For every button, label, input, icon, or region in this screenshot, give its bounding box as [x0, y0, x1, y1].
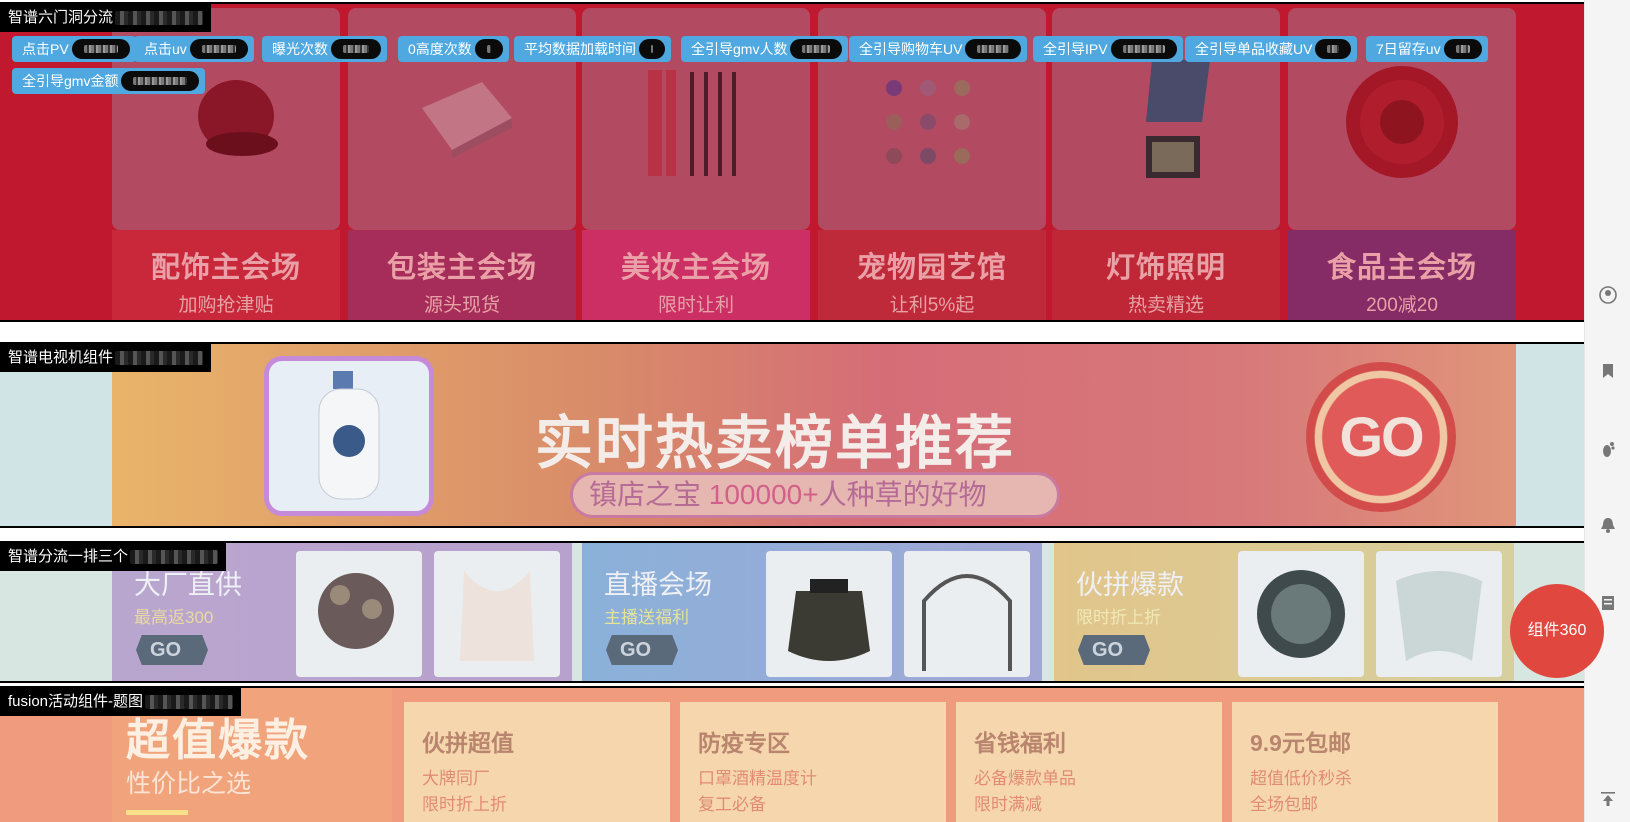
- product-thumb: [1376, 551, 1502, 677]
- panel-title: 伙拼爆款: [1076, 570, 1184, 600]
- fusion-card[interactable]: 省钱福利 必备爆款单品 限时满减: [956, 702, 1222, 822]
- metric-pill[interactable]: 7日留存uv: [1366, 36, 1488, 62]
- redacted-id: [115, 351, 204, 366]
- card-sub: 加购抢津贴: [178, 295, 274, 316]
- metric-pill[interactable]: 曝光次数: [262, 36, 387, 62]
- fusion-card[interactable]: 防疫专区 口罩酒精温度计 复工必备: [680, 702, 946, 822]
- go-button[interactable]: GO: [1306, 362, 1456, 512]
- metric-pill[interactable]: 全引导gmv人数: [681, 36, 849, 62]
- redacted-id: [130, 550, 219, 565]
- card-title: 美妆主会场: [620, 252, 771, 284]
- metric-pill[interactable]: 点击uv: [134, 36, 254, 62]
- card-title: 配饰主会场: [150, 252, 301, 284]
- metric-pill[interactable]: 全引导IPV: [1033, 36, 1183, 62]
- card-title: 宠物园艺馆: [856, 252, 1007, 284]
- row3-panel[interactable]: 直播会场 主播送福利 GO: [582, 543, 1042, 681]
- metric-pill[interactable]: 平均数据加载时间: [514, 36, 671, 62]
- fusion-subtitle: 性价比之选: [126, 770, 252, 798]
- pet-toys-image: [886, 80, 970, 164]
- redacted-id: [145, 695, 234, 710]
- tv-section: 智谱电视机组件 实时热卖榜单推荐 镇店之宝 100000+人种草的好物 GO: [0, 342, 1586, 528]
- section-label: 智谱分流一排三个: [0, 543, 227, 571]
- card-sub: 让利5%起: [889, 295, 975, 316]
- hexagon-section: 智谱六门洞分流 点击PV 点击uv 曝光次数 0高度次数 平均数据加载时间 全引…: [0, 2, 1586, 322]
- go-button[interactable]: GO: [136, 635, 208, 665]
- product-thumb: [296, 551, 422, 677]
- fusion-card[interactable]: 伙拼超值 大牌同厂 限时折上折: [404, 702, 670, 822]
- section-label: fusion活动组件-题图: [0, 688, 242, 716]
- tv-title: 实时热卖榜单推荐: [535, 411, 1016, 476]
- card-title: 灯饰照明: [1105, 252, 1226, 284]
- fusion-card[interactable]: 9.9元包邮 超值低价秒杀 全场包邮: [1232, 702, 1498, 822]
- product-thumb: [1238, 551, 1364, 677]
- card-title: 食品主会场: [1326, 252, 1477, 284]
- panel-sub: 限时折上折: [1076, 608, 1161, 627]
- divider: [126, 810, 188, 815]
- metric-pill[interactable]: 全引导单品收藏UV: [1185, 36, 1358, 62]
- row3-section: 大厂直供 最高返300 GO 直播会场 主播送福利 GO 伙拼爆款 限时折上折 …: [0, 541, 1586, 683]
- page: 智谱六门洞分流 点击PV 点击uv 曝光次数 0高度次数 平均数据加载时间 全引…: [0, 0, 1630, 822]
- product-thumb: [904, 551, 1030, 677]
- product-thumb: [766, 551, 892, 677]
- bell-icon[interactable]: [1599, 516, 1617, 534]
- document-icon[interactable]: [1599, 594, 1617, 612]
- go-button[interactable]: GO: [1078, 635, 1150, 665]
- user-icon[interactable]: [1599, 286, 1617, 304]
- card-title: 包装主会场: [386, 252, 537, 284]
- go-button[interactable]: GO: [606, 635, 678, 665]
- product-thumb: [434, 551, 560, 677]
- bookmark-icon[interactable]: [1599, 362, 1617, 380]
- metric-pill[interactable]: 全引导购物车UV: [849, 36, 1028, 62]
- panel-sub: 最高返300: [134, 608, 214, 627]
- panel-sub: 主播送福利: [604, 608, 689, 627]
- right-toolbar: [1584, 0, 1630, 822]
- section-label: 智谱电视机组件: [0, 344, 212, 372]
- tv-subtitle: 镇店之宝 100000+人种草的好物: [570, 472, 1060, 518]
- brushes-image: [648, 70, 736, 176]
- fusion-section: fusion活动组件-题图 超值爆款 性价比之选 伙拼超值 大牌同厂 限时折上折…: [0, 686, 1586, 822]
- solar-light-image: [1146, 60, 1210, 178]
- metric-pill[interactable]: 点击PV: [12, 36, 136, 62]
- redacted-id: [115, 11, 204, 26]
- metric-pill[interactable]: 0高度次数: [398, 36, 509, 62]
- card-sub: 源头现货: [423, 295, 500, 316]
- package-image: [422, 82, 512, 158]
- section-label: 智谱六门洞分流: [0, 4, 212, 32]
- panel-title: 直播会场: [604, 570, 712, 600]
- component-360-button[interactable]: 组件360: [1510, 584, 1604, 678]
- card-sub: 200减20: [1366, 295, 1438, 316]
- candy-image: [1346, 66, 1458, 178]
- footprint-icon[interactable]: [1599, 440, 1617, 458]
- row3-panel[interactable]: 伙拼爆款 限时折上折 GO: [1054, 543, 1514, 681]
- card-sub: 热卖精选: [1127, 295, 1204, 316]
- back-to-top-icon[interactable]: [1599, 790, 1617, 808]
- product-image: [264, 356, 434, 516]
- card-sub: 限时让利: [657, 295, 734, 316]
- metric-pill[interactable]: 全引导gmv金额: [12, 68, 206, 94]
